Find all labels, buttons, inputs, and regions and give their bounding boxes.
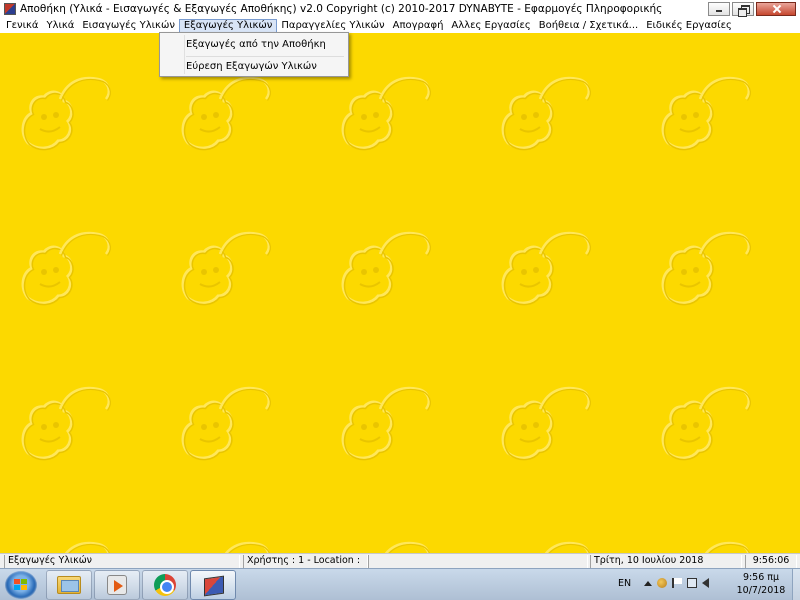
- show-hidden-icons-icon[interactable]: [644, 580, 652, 586]
- dropdown-item-exports-from-warehouse[interactable]: Εξαγωγές από την Αποθήκη: [162, 36, 346, 54]
- taskbar-media-player[interactable]: [94, 570, 140, 600]
- taskbar-warehouse-app[interactable]: [190, 570, 236, 600]
- show-desktop-button[interactable]: [792, 569, 800, 600]
- taskbar-clock[interactable]: 9:56 πμ 10/7/2018: [734, 571, 788, 597]
- volume-icon[interactable]: [702, 578, 709, 588]
- menu-materials[interactable]: Υλικά: [42, 19, 78, 33]
- lion-emboss-pattern: [21, 76, 752, 553]
- window-controls: [708, 2, 796, 17]
- network-icon[interactable]: [687, 578, 697, 588]
- status-section: Εξαγωγές Υλικών: [4, 554, 240, 568]
- windows-explorer-icon: [57, 576, 81, 594]
- menu-general[interactable]: Γενικά: [2, 19, 42, 33]
- minimize-button[interactable]: [708, 2, 730, 16]
- tray-icons: [644, 578, 709, 588]
- status-bar: Εξαγωγές Υλικών Χρήστης : 1 - Location :…: [0, 553, 800, 568]
- status-blank-panel: [368, 554, 588, 568]
- dropdown-item-find-exports[interactable]: Εύρεση Εξαγωγών Υλικών: [162, 58, 346, 76]
- title-bar: Αποθήκη (Υλικά - Εισαγωγές & Εξαγωγές Απ…: [0, 0, 800, 18]
- media-player-icon: [107, 575, 127, 595]
- menu-material-orders[interactable]: Παραγγελίες Υλικών: [277, 19, 388, 33]
- chrome-icon: [154, 574, 176, 596]
- mdi-workspace: [0, 33, 800, 553]
- menu-inventory[interactable]: Απογραφή: [389, 19, 448, 33]
- status-date: Τρίτη, 10 Ιουλίου 2018: [590, 554, 742, 568]
- menu-material-imports[interactable]: Εισαγωγές Υλικών: [78, 19, 179, 33]
- menu-bar: Γενικά Υλικά Εισαγωγές Υλικών Εξαγωγές Υ…: [0, 18, 800, 33]
- start-button[interactable]: [5, 571, 37, 599]
- language-indicator[interactable]: EN: [618, 578, 631, 589]
- status-user-location: Χρήστης : 1 - Location :: [243, 554, 368, 568]
- status-time: 9:56:06: [745, 554, 797, 568]
- taskbar-explorer[interactable]: [46, 570, 92, 600]
- windows-taskbar: EN 9:56 πμ 10/7/2018: [0, 568, 800, 600]
- menu-material-exports[interactable]: Εξαγωγές Υλικών: [178, 18, 278, 33]
- menu-other-tasks[interactable]: Αλλες Εργασίες: [447, 19, 534, 33]
- clock-date: 10/7/2018: [736, 585, 786, 596]
- action-center-flag-icon[interactable]: [672, 578, 682, 588]
- menu-special-tasks[interactable]: Ειδικές Εργασίες: [642, 19, 736, 33]
- restore-button[interactable]: [732, 2, 754, 17]
- network-globe-icon[interactable]: [657, 578, 667, 588]
- clock-time: 9:56 πμ: [742, 572, 780, 583]
- close-button[interactable]: [756, 2, 796, 16]
- window-title: Αποθήκη (Υλικά - Εισαγωγές & Εξαγωγές Απ…: [20, 3, 663, 15]
- exports-dropdown-menu: Εξαγωγές από την Αποθήκη Εύρεση Εξαγωγών…: [159, 32, 349, 77]
- menu-help-about[interactable]: Βοήθεια / Σχετικά...: [535, 19, 642, 33]
- warehouse-app-icon: [202, 575, 224, 595]
- menu-separator: [186, 56, 344, 57]
- app-icon[interactable]: [4, 3, 16, 15]
- taskbar-chrome[interactable]: [142, 570, 188, 600]
